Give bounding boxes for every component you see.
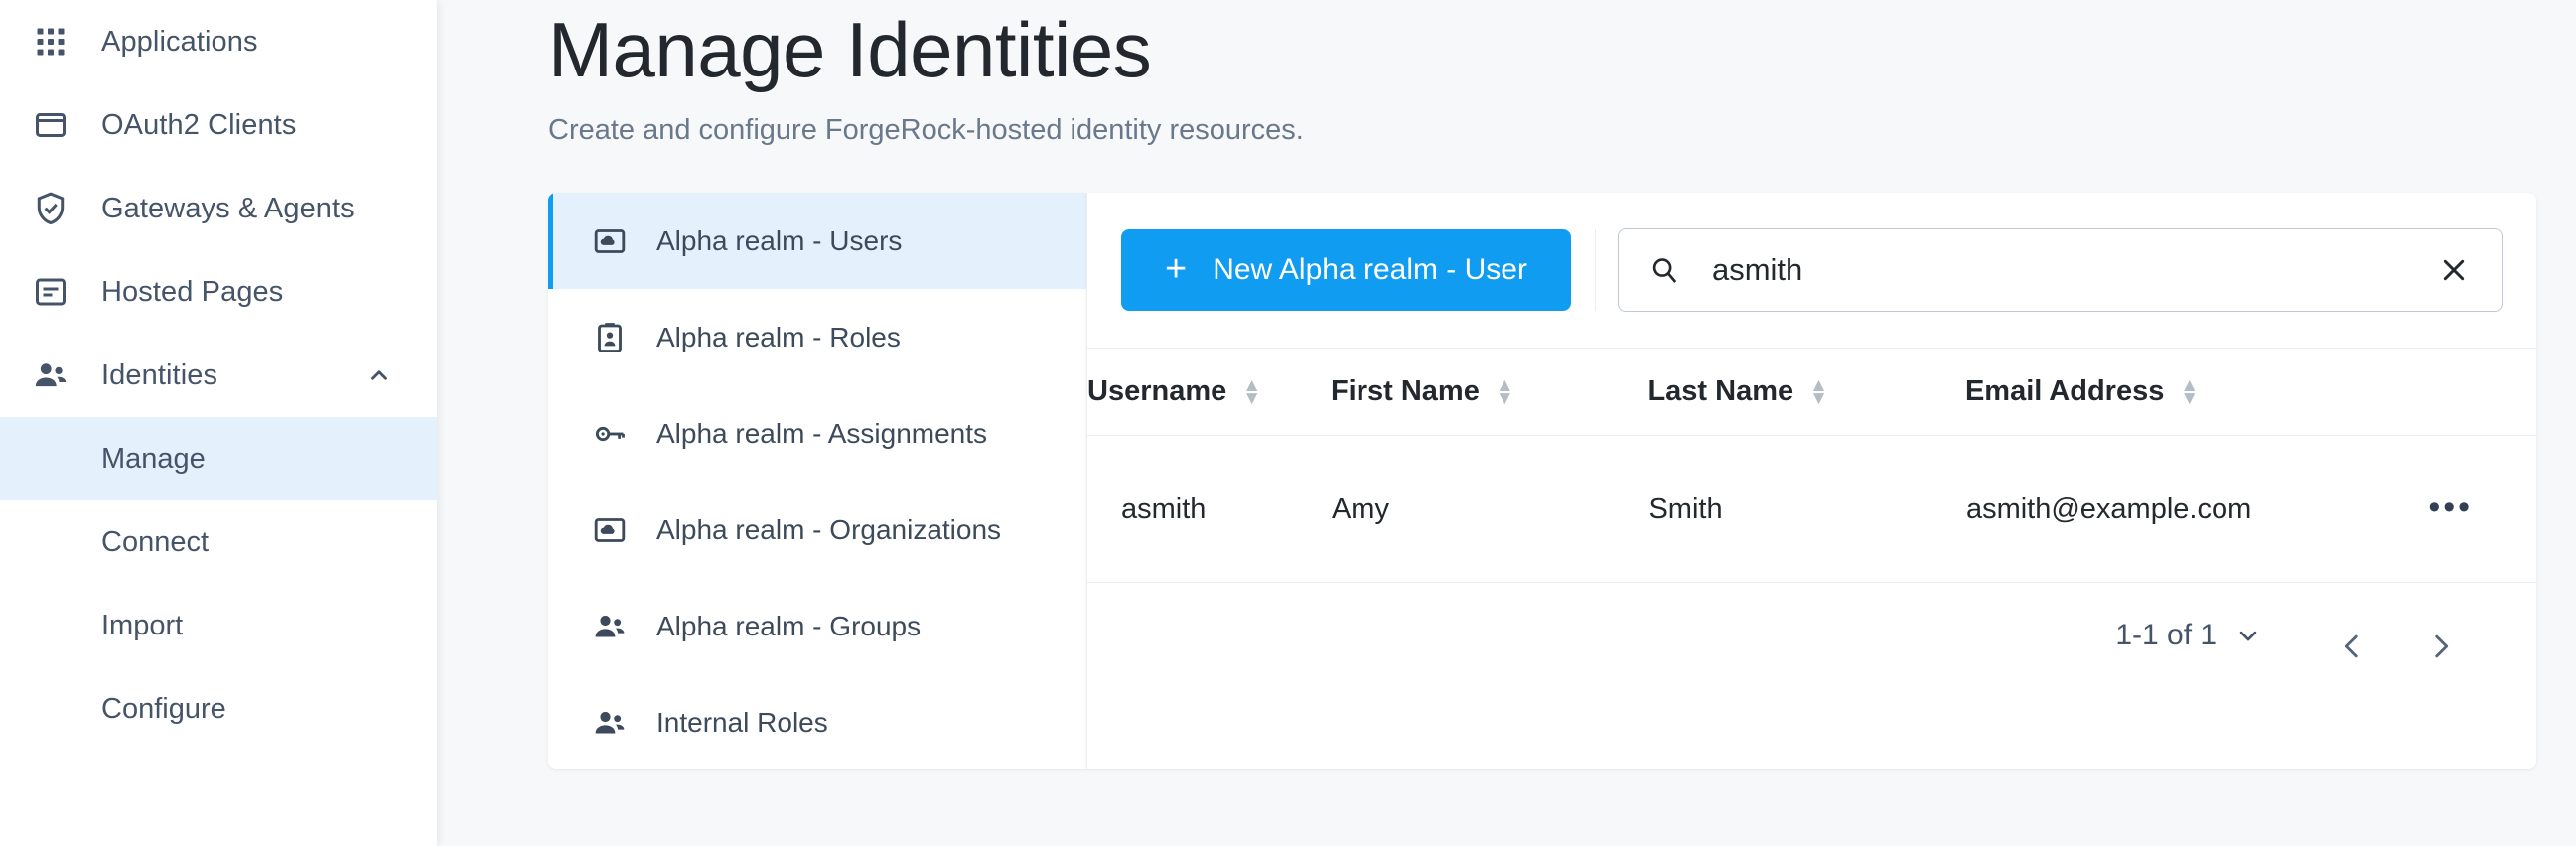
tab-alpha-realm-roles[interactable]: Alpha realm - Roles [548,289,1086,385]
tab-alpha-realm-organizations[interactable]: Alpha realm - Organizations [548,482,1086,578]
tab-label: Alpha realm - Roles [656,322,901,353]
key-icon [589,413,631,455]
table-header: Username ▲▼ First Name ▲▼ [1087,349,2536,436]
page-icon [28,269,73,315]
sort-icon: ▲▼ [1809,379,1828,405]
sidebar-subitem-manage[interactable]: Manage [0,417,437,500]
sort-icon: ▲▼ [1242,379,1261,405]
sidebar-subitem-import[interactable]: Import [0,584,437,667]
column-header-username[interactable]: Username ▲▼ [1087,349,1331,436]
chevron-right-icon [2424,630,2458,663]
pagination-next-button[interactable] [2405,619,2477,674]
cloud-box-icon [589,509,631,551]
cell-last-name: Smith [1647,436,1965,583]
sidebar-item-applications[interactable]: Applications [0,0,437,83]
app-root: Applications OAuth2 Clients Gateways & A… [0,0,2576,846]
cell-first-name: Amy [1331,436,1648,583]
sort-icon: ▲▼ [1496,379,1514,405]
column-header-last-name[interactable]: Last Name ▲▼ [1647,349,1965,436]
identities-table: Username ▲▼ First Name ▲▼ [1087,348,2536,583]
column-label: Email Address [1965,375,2164,408]
window-icon [28,102,73,148]
pagination: 1-1 of 1 [1087,583,2536,769]
primary-sidebar: Applications OAuth2 Clients Gateways & A… [0,0,437,846]
table-row[interactable]: asmith Amy Smith asmith@example.com ••• [1087,436,2536,583]
table-body: asmith Amy Smith asmith@example.com ••• [1087,436,2536,583]
main-content: Manage Identities Create and configure F… [437,0,2576,846]
resource-type-list: Alpha realm - Users Alpha realm - Roles [548,193,1086,769]
cell-email: asmith@example.com [1965,436,2283,583]
tab-label: Alpha realm - Organizations [656,514,1001,546]
row-actions-menu-button[interactable]: ••• [2422,490,2479,525]
sidebar-item-oauth2-clients[interactable]: OAuth2 Clients [0,83,437,167]
tab-internal-roles[interactable]: Internal Roles [548,674,1086,769]
pagination-range-dropdown[interactable]: 1-1 of 1 [2115,619,2262,652]
sidebar-item-gateways-agents[interactable]: Gateways & Agents [0,167,437,250]
sidebar-subitem-connect[interactable]: Connect [0,500,437,584]
tab-label: Alpha realm - Assignments [656,418,987,450]
sidebar-item-label: Identities [101,359,217,392]
new-alpha-realm-user-button[interactable]: + New Alpha realm - User [1121,229,1571,311]
column-label: Last Name [1647,375,1793,408]
table-header-row: Username ▲▼ First Name ▲▼ [1087,349,2536,436]
sidebar-subitem-label: Manage [101,443,206,476]
badge-id-icon [589,317,631,358]
tab-alpha-realm-users[interactable]: Alpha realm - Users [548,193,1086,289]
column-header-first-name[interactable]: First Name ▲▼ [1331,349,1648,436]
page-subtitle: Create and configure ForgeRock-hosted id… [548,95,2556,147]
pagination-prev-button[interactable] [2316,619,2387,674]
sidebar-item-label: Applications [101,26,258,59]
column-label: First Name [1331,375,1480,408]
chevron-down-icon [2234,622,2262,649]
search-icon [1646,252,1682,288]
people-icon [589,606,631,647]
column-header-actions [2282,349,2536,436]
tab-label: Alpha realm - Users [656,225,902,257]
cloud-box-icon [589,220,631,262]
page-header: Manage Identities Create and configure F… [437,0,2556,147]
sidebar-subitem-label: Configure [101,693,226,726]
shield-check-icon [28,186,73,231]
close-icon[interactable] [2434,250,2474,290]
tab-label: Internal Roles [656,707,828,739]
search-input[interactable] [1710,251,2434,289]
chevron-left-icon [2335,630,2368,663]
table-toolbar: + New Alpha realm - User [1087,193,2536,348]
column-header-email-address[interactable]: Email Address ▲▼ [1965,349,2283,436]
sidebar-item-hosted-pages[interactable]: Hosted Pages [0,250,437,334]
tab-alpha-realm-assignments[interactable]: Alpha realm - Assignments [548,385,1086,482]
column-label: Username [1087,375,1226,408]
sidebar-item-label: OAuth2 Clients [101,109,296,142]
toolbar-divider [1595,229,1596,311]
cell-actions: ••• [2282,436,2536,583]
apps-grid-icon [28,19,73,65]
pagination-range-label: 1-1 of 1 [2115,619,2217,652]
identity-resource-panel: Alpha realm - Users Alpha realm - Roles [548,193,2536,769]
sidebar-subitem-label: Connect [101,526,209,559]
search-box[interactable] [1618,228,2503,312]
sort-icon: ▲▼ [2180,379,2199,405]
new-button-label: New Alpha realm - User [1213,253,1527,287]
people-icon [28,352,73,398]
people-icon [589,702,631,744]
resource-detail-pane: + New Alpha realm - User [1086,193,2536,769]
tab-alpha-realm-groups[interactable]: Alpha realm - Groups [548,578,1086,674]
sidebar-subitem-configure[interactable]: Configure [0,667,437,751]
sidebar-subitem-label: Import [101,610,183,642]
cell-username: asmith [1087,436,1331,583]
tab-label: Alpha realm - Groups [656,611,921,642]
chevron-up-icon[interactable] [366,362,392,388]
sidebar-item-label: Hosted Pages [101,276,283,309]
sidebar-item-label: Gateways & Agents [101,193,355,225]
page-title: Manage Identities [548,0,2556,95]
sidebar-item-identities[interactable]: Identities [0,334,437,417]
